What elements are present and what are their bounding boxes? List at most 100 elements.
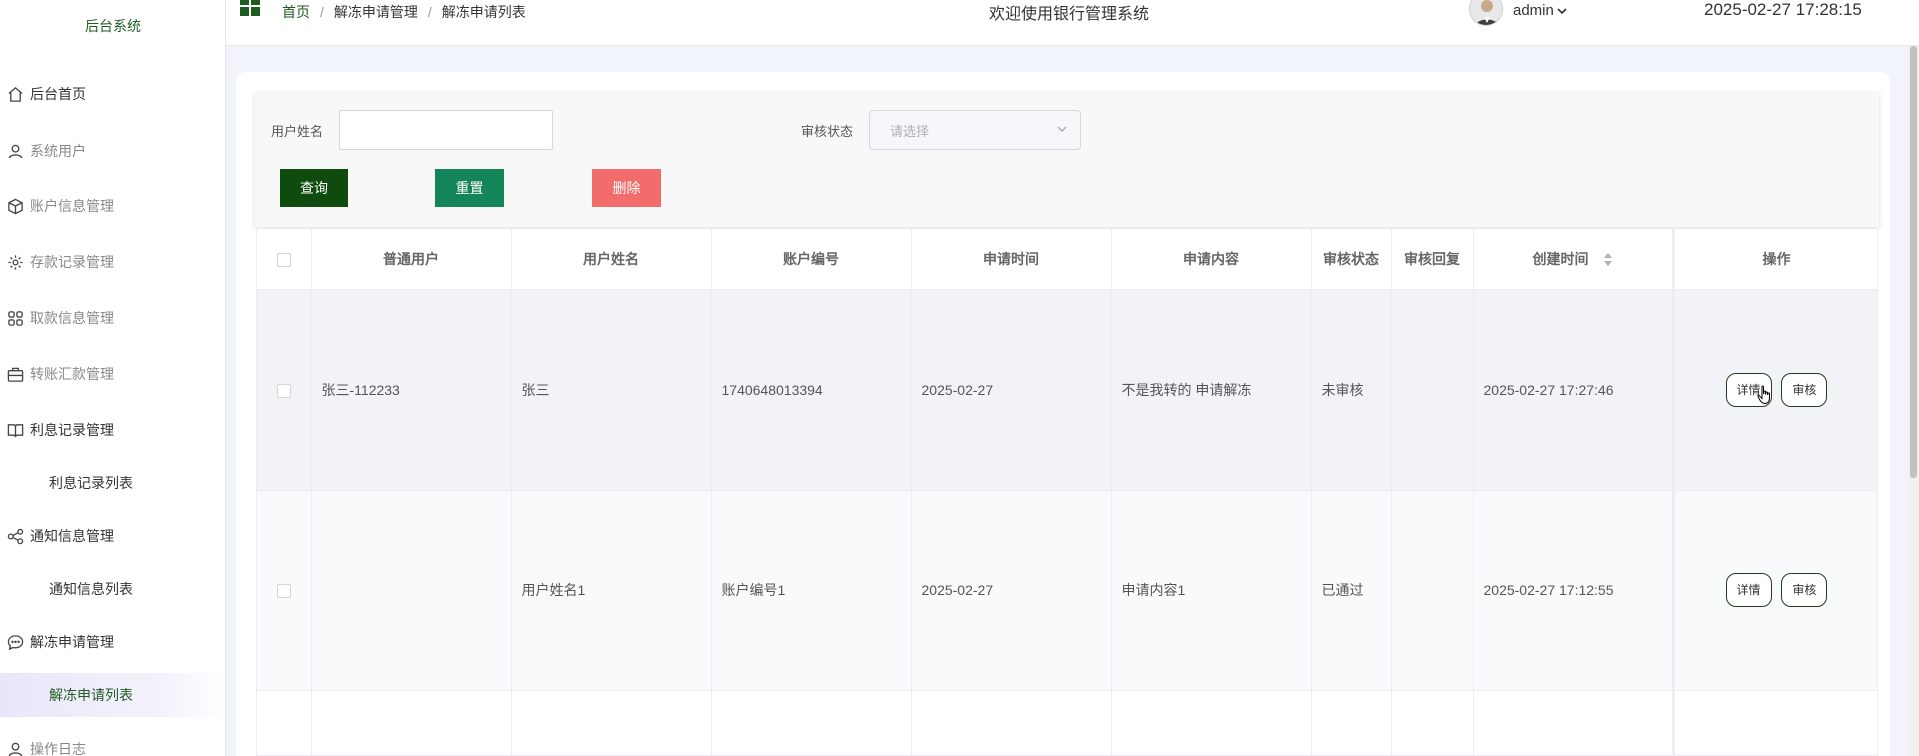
sidebar-item-label: 操作日志	[30, 741, 86, 756]
sidebar-item-label: 转账汇款管理	[30, 366, 114, 382]
column-header: 审核状态	[1311, 229, 1392, 290]
cell-name: 张三	[511, 289, 712, 491]
home-icon	[6, 85, 24, 103]
column-header: 操作	[1671, 229, 1877, 290]
delete-button[interactable]: 删除	[592, 169, 661, 207]
briefcase-icon	[6, 365, 24, 383]
table-row: 用户姓名1 账户编号1 2025-02-27 申请内容1 已通过 2025-02…	[257, 490, 1877, 691]
cell-status: 已通过	[1311, 490, 1392, 691]
top-header: 首页 / 解冻申请管理 / 解冻申请列表 欢迎使用银行管理系统 admin 20…	[226, 0, 1919, 46]
row-checkbox[interactable]	[276, 383, 291, 398]
sidebar-item-label: 利息记录列表	[49, 475, 133, 491]
cell-status: 未审核	[1311, 289, 1392, 491]
table-row	[257, 690, 1877, 755]
column-header: 审核回复	[1391, 229, 1474, 290]
avatar[interactable]	[1469, 0, 1503, 26]
cell-apply-time: 2025-02-27	[911, 490, 1112, 691]
username-label: admin	[1513, 2, 1554, 19]
sidebar-item-label: 利息记录管理	[30, 422, 114, 438]
sidebar-item-label: 后台首页	[30, 86, 86, 102]
row-select-cell	[257, 490, 312, 691]
breadcrumb-current: 解冻申请列表	[441, 4, 526, 20]
page-scrollbar[interactable]	[1908, 46, 1919, 756]
chevron-down-icon	[1557, 7, 1567, 14]
current-datetime: 2025-02-27 17:28:15	[1704, 0, 1862, 19]
sidebar-item-label: 解冻申请列表	[49, 687, 133, 703]
sidebar-item-interest[interactable]: 利息记录管理	[0, 408, 225, 452]
book-icon	[6, 421, 24, 439]
breadcrumb-section[interactable]: 解冻申请管理	[334, 2, 418, 22]
column-header: 申请内容	[1111, 229, 1312, 290]
user-icon	[6, 142, 24, 160]
cell-reply	[1391, 490, 1474, 691]
sidebar-item-label: 取款信息管理	[30, 310, 114, 326]
sidebar-item-deposits[interactable]: 存款记录管理	[0, 240, 225, 284]
hand-cursor-icon	[1757, 385, 1770, 405]
sidebar-item-label: 通知信息管理	[30, 528, 114, 544]
sidebar-item-notifications[interactable]: 通知信息管理	[0, 514, 225, 558]
select-all-cell	[257, 229, 312, 290]
sidebar-item-transfers[interactable]: 转账汇款管理	[0, 352, 225, 396]
sort-icon[interactable]	[1603, 253, 1613, 267]
breadcrumb: 首页 / 解冻申请管理 / 解冻申请列表	[282, 2, 526, 22]
status-filter-select[interactable]: 请选择	[869, 110, 1081, 150]
sidebar-item-label: 通知信息列表	[49, 581, 133, 597]
sidebar-subitem-unfreeze-list[interactable]: 解冻申请列表	[0, 673, 225, 717]
user-icon	[6, 740, 24, 756]
table-header-row: 普通用户 用户姓名 账户编号 申请时间 申请内容 审核状态 审核回复 创建时间 …	[257, 229, 1877, 290]
grid-icon	[6, 309, 24, 327]
cell-content: 不是我转的 申请解冻	[1111, 289, 1312, 491]
username-filter-label: 用户姓名	[271, 124, 324, 139]
select-all-checkbox[interactable]	[276, 252, 291, 267]
breadcrumb-home[interactable]: 首页	[282, 2, 310, 22]
column-header: 账户编号	[711, 229, 912, 290]
chat-icon	[6, 633, 24, 651]
column-header-sortable[interactable]: 创建时间	[1473, 229, 1674, 290]
row-select-cell	[257, 289, 312, 491]
username-filter-input[interactable]	[339, 110, 553, 150]
sidebar-subitem-notification-list[interactable]: 通知信息列表	[0, 567, 225, 611]
scrollbar-thumb[interactable]	[1910, 46, 1917, 478]
detail-button[interactable]: 详情	[1725, 573, 1772, 607]
sidebar-item-withdrawals[interactable]: 取款信息管理	[0, 296, 225, 340]
reset-button[interactable]: 重置	[435, 169, 504, 207]
cell-created: 2025-02-27 17:27:46	[1473, 289, 1674, 491]
row-checkbox[interactable]	[276, 584, 291, 599]
table-row: 张三-112233 张三 1740648013394 2025-02-27 不是…	[257, 289, 1877, 491]
status-filter-placeholder: 请选择	[890, 123, 930, 139]
column-header: 普通用户	[311, 229, 512, 290]
cell-account: 1740648013394	[711, 289, 912, 491]
filter-panel: 用户姓名 审核状态 请选择 查询 重置 删除	[255, 93, 1879, 227]
cell-actions: 详情 审核	[1671, 289, 1877, 491]
column-header-label: 创建时间	[1532, 250, 1589, 267]
cube-icon	[6, 197, 24, 215]
breadcrumb-separator: /	[427, 4, 432, 20]
sidebar-item-operation-log[interactable]: 操作日志	[0, 727, 225, 756]
menu-toggle-icon[interactable]	[240, 0, 260, 16]
cell-actions: 详情 审核	[1671, 490, 1877, 691]
review-button[interactable]: 审核	[1781, 372, 1828, 407]
column-header: 申请时间	[911, 229, 1112, 290]
sidebar-item-dashboard[interactable]: 后台首页	[0, 72, 225, 116]
welcome-title: 欢迎使用银行管理系统	[989, 6, 1150, 23]
sidebar-item-unfreeze[interactable]: 解冻申请管理	[0, 620, 225, 664]
breadcrumb-separator: /	[320, 4, 324, 20]
sidebar-subitem-interest-list[interactable]: 利息记录列表	[0, 461, 225, 505]
cell-name: 用户姓名1	[511, 490, 712, 691]
status-filter-label: 审核状态	[801, 124, 854, 139]
cell-account: 账户编号1	[711, 490, 912, 691]
sidebar: 后台系统 后台首页 系统用户 账户信息管理 存款记录管理 取款信息管理 转账汇款…	[0, 0, 226, 756]
user-menu[interactable]: admin	[1513, 2, 1568, 19]
sidebar-item-label: 存款记录管理	[30, 254, 114, 270]
cell-apply-time: 2025-02-27	[911, 289, 1112, 491]
sidebar-item-accounts[interactable]: 账户信息管理	[0, 184, 225, 228]
share-icon	[6, 527, 24, 545]
review-button[interactable]: 审核	[1781, 573, 1828, 607]
cell-reply	[1391, 289, 1474, 491]
cell-created: 2025-02-27 17:12:55	[1473, 490, 1674, 691]
cell-user	[311, 490, 512, 691]
query-button[interactable]: 查询	[280, 169, 348, 207]
sidebar-item-system-users[interactable]: 系统用户	[0, 129, 225, 173]
gear-icon	[6, 253, 24, 271]
brand-title: 后台系统	[85, 18, 141, 34]
